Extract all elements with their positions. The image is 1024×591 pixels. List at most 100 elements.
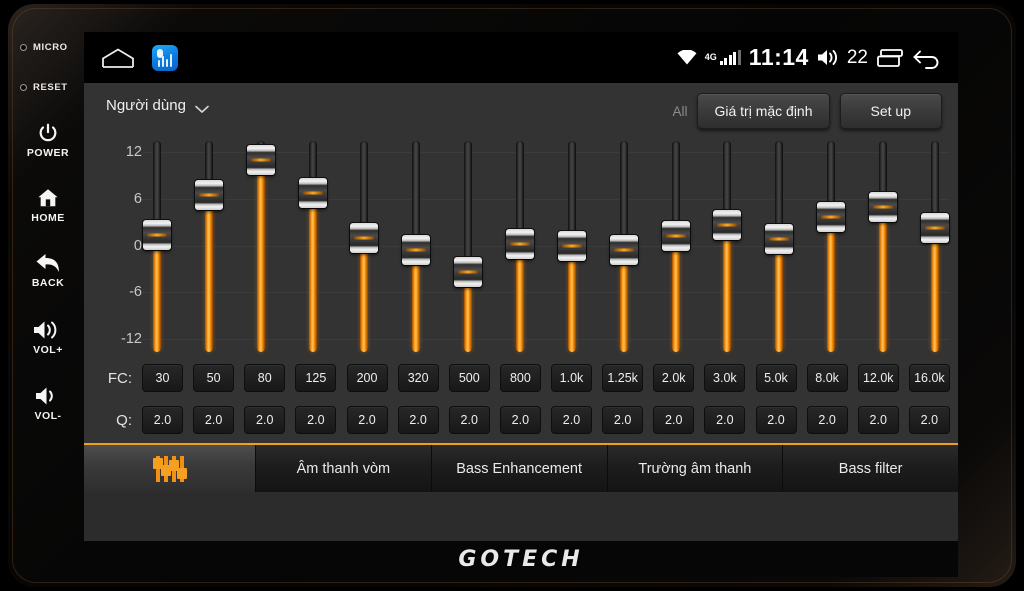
slider-thumb[interactable]: [920, 213, 949, 244]
chevron-down-icon: [195, 101, 209, 114]
band-slider-12.0k[interactable]: [868, 138, 898, 353]
fc-cell[interactable]: 125: [295, 364, 337, 392]
equalizer-app-icon[interactable]: [152, 44, 178, 71]
fc-cell[interactable]: 1.0k: [551, 364, 592, 392]
band-slider-8.0k[interactable]: [816, 138, 846, 353]
slider-fill: [308, 192, 317, 352]
fc-cell[interactable]: 8.0k: [806, 364, 848, 392]
slider-thumb[interactable]: [350, 222, 379, 253]
head-unit-device: MICRO RESET POWER HOME BACK VOL+ VOL- 4G…: [0, 0, 1024, 591]
slider-fill: [827, 217, 836, 352]
band-slider-2.0k[interactable]: [661, 138, 691, 353]
q-cell[interactable]: 2.0: [295, 406, 337, 434]
slider-fill: [567, 245, 576, 352]
tab-trường-âm-thanh[interactable]: Trường âm thanh: [607, 445, 784, 492]
band-slider-320[interactable]: [401, 138, 431, 353]
band-slider-50[interactable]: [194, 138, 224, 353]
q-cell[interactable]: 2.0: [346, 406, 388, 434]
fc-cell[interactable]: 12.0k: [857, 364, 899, 392]
fc-cell[interactable]: 16.0k: [908, 364, 950, 392]
network-type-label: 4G: [704, 52, 717, 62]
hw-home-button[interactable]: HOME: [14, 185, 82, 224]
q-cell[interactable]: 2.0: [857, 406, 899, 434]
hw-reset[interactable]: RESET: [20, 82, 68, 93]
power-label: POWER: [26, 147, 70, 159]
band-slider-500[interactable]: [453, 138, 483, 353]
setup-button[interactable]: Set up: [839, 93, 942, 129]
fc-cell[interactable]: 1.25k: [602, 364, 644, 392]
band-slider-30[interactable]: [142, 138, 172, 353]
slider-thumb[interactable]: [869, 191, 898, 222]
q-cell[interactable]: 2.0: [602, 406, 644, 434]
slider-fill: [723, 225, 732, 352]
preset-selector[interactable]: Người dùng: [106, 97, 209, 114]
slider-thumb[interactable]: [661, 221, 690, 252]
band-slider-80[interactable]: [246, 138, 276, 353]
hw-micro[interactable]: MICRO: [20, 42, 68, 53]
fc-cell[interactable]: 3.0k: [704, 364, 746, 392]
fc-cell[interactable]: 800: [499, 364, 541, 392]
hw-back-button[interactable]: BACK: [14, 250, 82, 289]
q-cell[interactable]: 2.0: [806, 406, 848, 434]
fc-cell[interactable]: 30: [142, 364, 183, 392]
tab-bass-enhancement[interactable]: Bass Enhancement: [431, 445, 608, 492]
band-slider-800[interactable]: [505, 138, 535, 353]
fc-cell[interactable]: 50: [193, 364, 235, 392]
slider-fill: [256, 159, 265, 352]
fc-cell[interactable]: 320: [397, 364, 439, 392]
slider-fill: [204, 194, 213, 352]
slider-thumb[interactable]: [557, 230, 586, 261]
hw-volume-down-button[interactable]: VOL-: [14, 383, 82, 422]
slider-thumb[interactable]: [765, 224, 794, 255]
slider-thumb[interactable]: [609, 235, 638, 266]
default-value-button[interactable]: Giá trị mặc định: [697, 93, 830, 129]
band-slider-1.25k[interactable]: [609, 138, 639, 353]
recents-icon[interactable]: [876, 48, 904, 68]
fc-cell[interactable]: 5.0k: [755, 364, 797, 392]
preset-label: Người dùng: [106, 97, 186, 114]
fc-cell[interactable]: 80: [244, 364, 286, 392]
band-slider-5.0k[interactable]: [764, 138, 794, 353]
band-slider-group: [142, 138, 950, 353]
band-slider-16.0k[interactable]: [920, 138, 950, 353]
q-cell[interactable]: 2.0: [499, 406, 541, 434]
fc-cell[interactable]: 2.0k: [653, 364, 695, 392]
hardware-button-strip: MICRO RESET POWER HOME BACK VOL+ VOL-: [14, 20, 82, 565]
slider-fill: [930, 228, 939, 352]
tab-equalizer[interactable]: [84, 445, 256, 492]
tab-bass-filter[interactable]: Bass filter: [783, 445, 958, 492]
q-row-label: Q:: [116, 411, 132, 429]
tab-âm-thanh-vòm[interactable]: Âm thanh vòm: [256, 445, 432, 492]
q-cell[interactable]: 2.0: [551, 406, 592, 434]
band-slider-200[interactable]: [349, 138, 379, 353]
q-cell[interactable]: 2.0: [244, 406, 286, 434]
band-slider-125[interactable]: [298, 138, 328, 353]
mic-shape: [157, 48, 163, 58]
q-cell[interactable]: 2.0: [755, 406, 797, 434]
band-slider-3.0k[interactable]: [712, 138, 742, 353]
hw-power-button[interactable]: POWER: [14, 120, 82, 159]
slider-thumb[interactable]: [402, 235, 431, 266]
q-cell[interactable]: 2.0: [908, 406, 950, 434]
band-slider-1.0k[interactable]: [557, 138, 587, 353]
q-cell[interactable]: 2.0: [704, 406, 746, 434]
fc-cell[interactable]: 500: [448, 364, 490, 392]
back-icon[interactable]: [912, 47, 942, 69]
fc-cell[interactable]: 200: [346, 364, 388, 392]
slider-thumb[interactable]: [713, 210, 742, 241]
slider-thumb[interactable]: [246, 144, 275, 175]
slider-thumb[interactable]: [506, 228, 535, 259]
hw-volume-up-button[interactable]: VOL+: [14, 317, 82, 356]
q-cell[interactable]: 2.0: [653, 406, 695, 434]
q-cell[interactable]: 2.0: [142, 406, 183, 434]
slider-thumb[interactable]: [817, 202, 846, 233]
slider-thumb[interactable]: [454, 256, 483, 287]
q-cell[interactable]: 2.0: [397, 406, 439, 434]
volume-up-label: VOL+: [33, 344, 63, 356]
slider-thumb[interactable]: [143, 219, 171, 250]
q-cell[interactable]: 2.0: [448, 406, 490, 434]
q-cell[interactable]: 2.0: [193, 406, 235, 434]
slider-thumb[interactable]: [298, 177, 327, 208]
home-outline-icon[interactable]: [98, 46, 138, 70]
slider-thumb[interactable]: [194, 179, 223, 210]
